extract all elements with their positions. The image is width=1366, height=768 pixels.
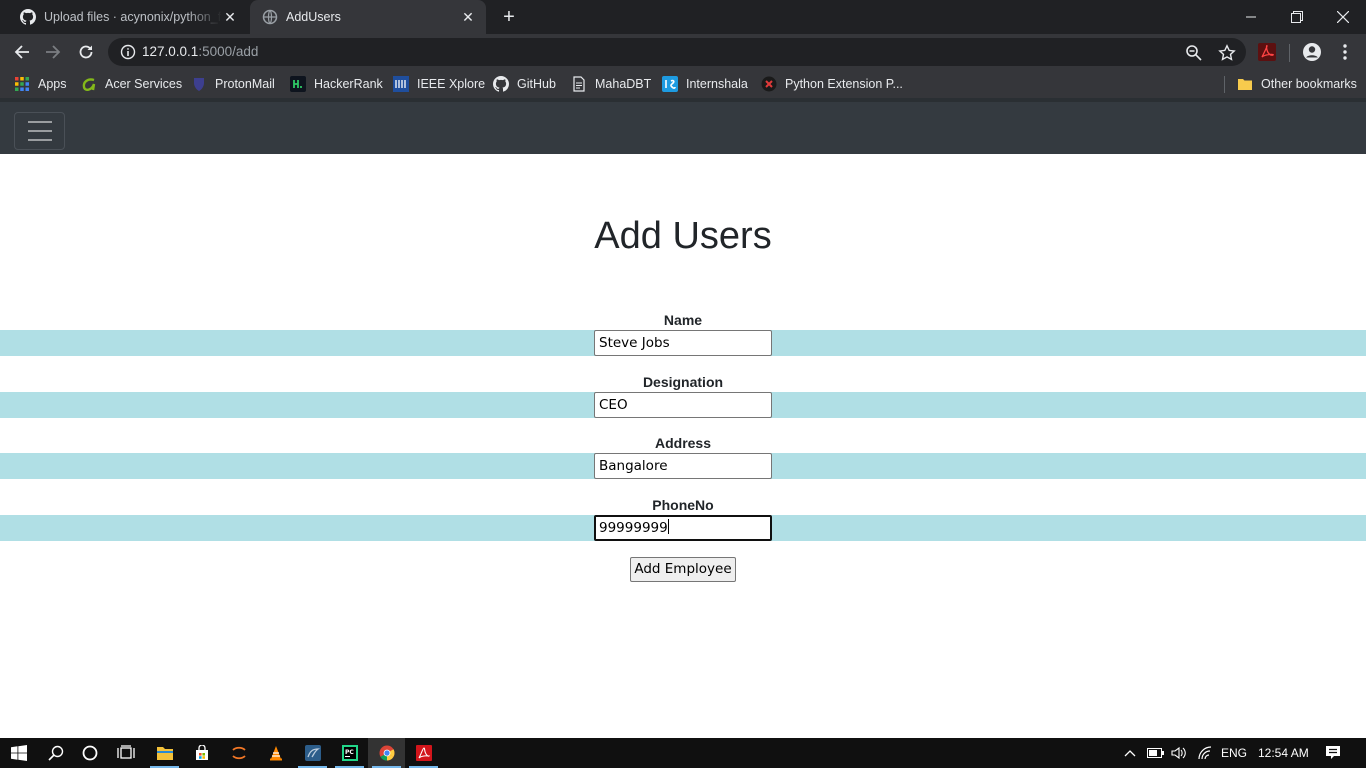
- hamburger-line: [27, 139, 52, 141]
- phoneno-value: 99999999: [599, 520, 668, 536]
- pycharm-icon[interactable]: PC: [331, 738, 368, 768]
- battery-icon[interactable]: [1147, 738, 1165, 768]
- language-indicator[interactable]: ENG: [1221, 738, 1247, 768]
- bookmark-internshala[interactable]: Internshala: [662, 75, 748, 93]
- chrome-icon[interactable]: [368, 738, 405, 768]
- bookmark-protonmail[interactable]: ProtonMail: [191, 75, 275, 93]
- browser-toolbar: 127.0.0.1:5000/add: [0, 34, 1366, 70]
- text-caret: [667, 519, 669, 534]
- vlc-icon[interactable]: [257, 738, 294, 768]
- bookmark-label: ProtonMail: [215, 77, 275, 91]
- bookmark-hackerrank[interactable]: HackerRank: [290, 75, 383, 93]
- github-icon: [20, 9, 36, 25]
- zoom-icon[interactable]: [1185, 44, 1203, 62]
- bookmark-apps[interactable]: Apps: [14, 75, 67, 93]
- bookmark-mahadbt[interactable]: MahaDBT: [571, 75, 651, 93]
- apps-grid-icon: [15, 77, 29, 91]
- address-input[interactable]: Bangalore: [594, 453, 772, 479]
- bookmark-acer-services[interactable]: Acer Services: [81, 75, 182, 93]
- close-window-icon[interactable]: [1320, 0, 1366, 34]
- acrobat-reader-icon[interactable]: [405, 738, 442, 768]
- windows-start-icon[interactable]: [0, 738, 37, 768]
- page-title: Add Users: [594, 215, 772, 257]
- browser-tab-strip: Upload files · acynonix/python_fl ✕ AddU…: [0, 0, 1366, 34]
- name-label: Name: [663, 312, 703, 328]
- bookmarks-bar: Apps Acer Services ProtonMail HackerRank…: [0, 70, 1366, 98]
- url-path: :5000/add: [198, 44, 259, 59]
- designation-input[interactable]: CEO: [594, 392, 772, 418]
- task-view-icon[interactable]: [107, 738, 144, 768]
- designation-label: Designation: [642, 374, 724, 390]
- minimize-icon[interactable]: [1228, 0, 1274, 34]
- navbar-toggler-button[interactable]: [14, 112, 65, 150]
- url-host: 127.0.0.1: [142, 44, 199, 59]
- document-icon: [573, 76, 585, 92]
- phoneno-label: PhoneNo: [652, 497, 714, 513]
- wifi-icon[interactable]: [1197, 738, 1213, 768]
- tab-upload-files[interactable]: Upload files · acynonix/python_fl ✕: [8, 0, 248, 34]
- address-label: Address: [654, 435, 712, 451]
- info-icon[interactable]: [120, 44, 136, 60]
- cortana-icon[interactable]: [71, 738, 108, 768]
- store-icon[interactable]: [183, 738, 220, 768]
- close-tab-icon[interactable]: ✕: [460, 9, 476, 25]
- show-hidden-icons-chevron-icon[interactable]: [1124, 738, 1136, 768]
- acrobat-extension-icon[interactable]: [1254, 39, 1280, 65]
- menu-kebab-icon[interactable]: [1332, 39, 1358, 65]
- clock-time[interactable]: 12:54 AM: [1258, 738, 1309, 768]
- mysql-workbench-icon[interactable]: [294, 738, 331, 768]
- bookmark-label: Apps: [38, 77, 67, 91]
- add-employee-button[interactable]: Add Employee: [630, 557, 736, 582]
- python-ext-icon: [761, 76, 777, 92]
- ieee-icon: [393, 76, 409, 92]
- back-icon[interactable]: [9, 39, 35, 65]
- forward-icon[interactable]: [40, 39, 66, 65]
- folder-icon: [1238, 79, 1252, 90]
- action-center-icon[interactable]: [1325, 738, 1341, 768]
- tab-title: Upload files · acynonix/python_fl: [44, 10, 222, 24]
- bookmark-label: Internshala: [686, 77, 748, 91]
- reload-icon[interactable]: [73, 39, 99, 65]
- hamburger-line: [27, 130, 52, 132]
- bookmark-other-bookmarks[interactable]: Other bookmarks: [1237, 75, 1357, 93]
- acer-icon: [82, 78, 96, 92]
- github-icon: [493, 76, 509, 92]
- jupyter-icon[interactable]: [220, 738, 257, 768]
- url-text: 127.0.0.1:5000/add: [142, 44, 258, 59]
- name-input[interactable]: Steve Jobs: [594, 330, 772, 356]
- tab-title: AddUsers: [286, 10, 341, 24]
- bookmarks-divider: [1224, 76, 1225, 93]
- bookmark-label: HackerRank: [314, 77, 383, 91]
- svg-text:PC: PC: [345, 749, 354, 756]
- address-bar[interactable]: 127.0.0.1:5000/add: [108, 38, 1246, 66]
- hamburger-line: [27, 121, 52, 123]
- site-navbar: [0, 98, 1366, 154]
- profile-avatar-icon[interactable]: [1299, 39, 1325, 65]
- hackerrank-icon: [290, 76, 306, 92]
- bookmark-label: MahaDBT: [595, 77, 652, 91]
- internshala-icon: [662, 76, 678, 92]
- windows-taskbar: PC ENG 12:54 AM: [0, 738, 1366, 768]
- tab-addusers[interactable]: AddUsers ✕: [250, 0, 486, 34]
- toolbar-divider: [1289, 44, 1290, 62]
- bookmark-github[interactable]: GitHub: [493, 75, 556, 93]
- bookmark-ieee-xplore[interactable]: IEEE Xplore: [393, 75, 485, 93]
- close-tab-icon[interactable]: ✕: [222, 9, 238, 25]
- phoneno-input[interactable]: 99999999: [594, 515, 772, 541]
- globe-icon: [262, 9, 278, 25]
- bookmark-label: IEEE Xplore: [417, 77, 486, 91]
- bookmark-label: Acer Services: [105, 77, 183, 91]
- star-icon[interactable]: [1218, 44, 1236, 62]
- search-icon[interactable]: [37, 738, 74, 768]
- file-explorer-icon[interactable]: [146, 738, 183, 768]
- bookmark-label: Other bookmarks: [1261, 77, 1357, 91]
- restore-icon[interactable]: [1274, 0, 1320, 34]
- protonmail-icon: [194, 78, 204, 91]
- volume-icon[interactable]: [1171, 738, 1187, 768]
- new-tab-button[interactable]: +: [498, 7, 520, 29]
- bookmark-python-extension[interactable]: Python Extension P...: [761, 75, 903, 93]
- bookmark-label: GitHub: [517, 77, 556, 91]
- bookmark-label: Python Extension P...: [785, 77, 903, 91]
